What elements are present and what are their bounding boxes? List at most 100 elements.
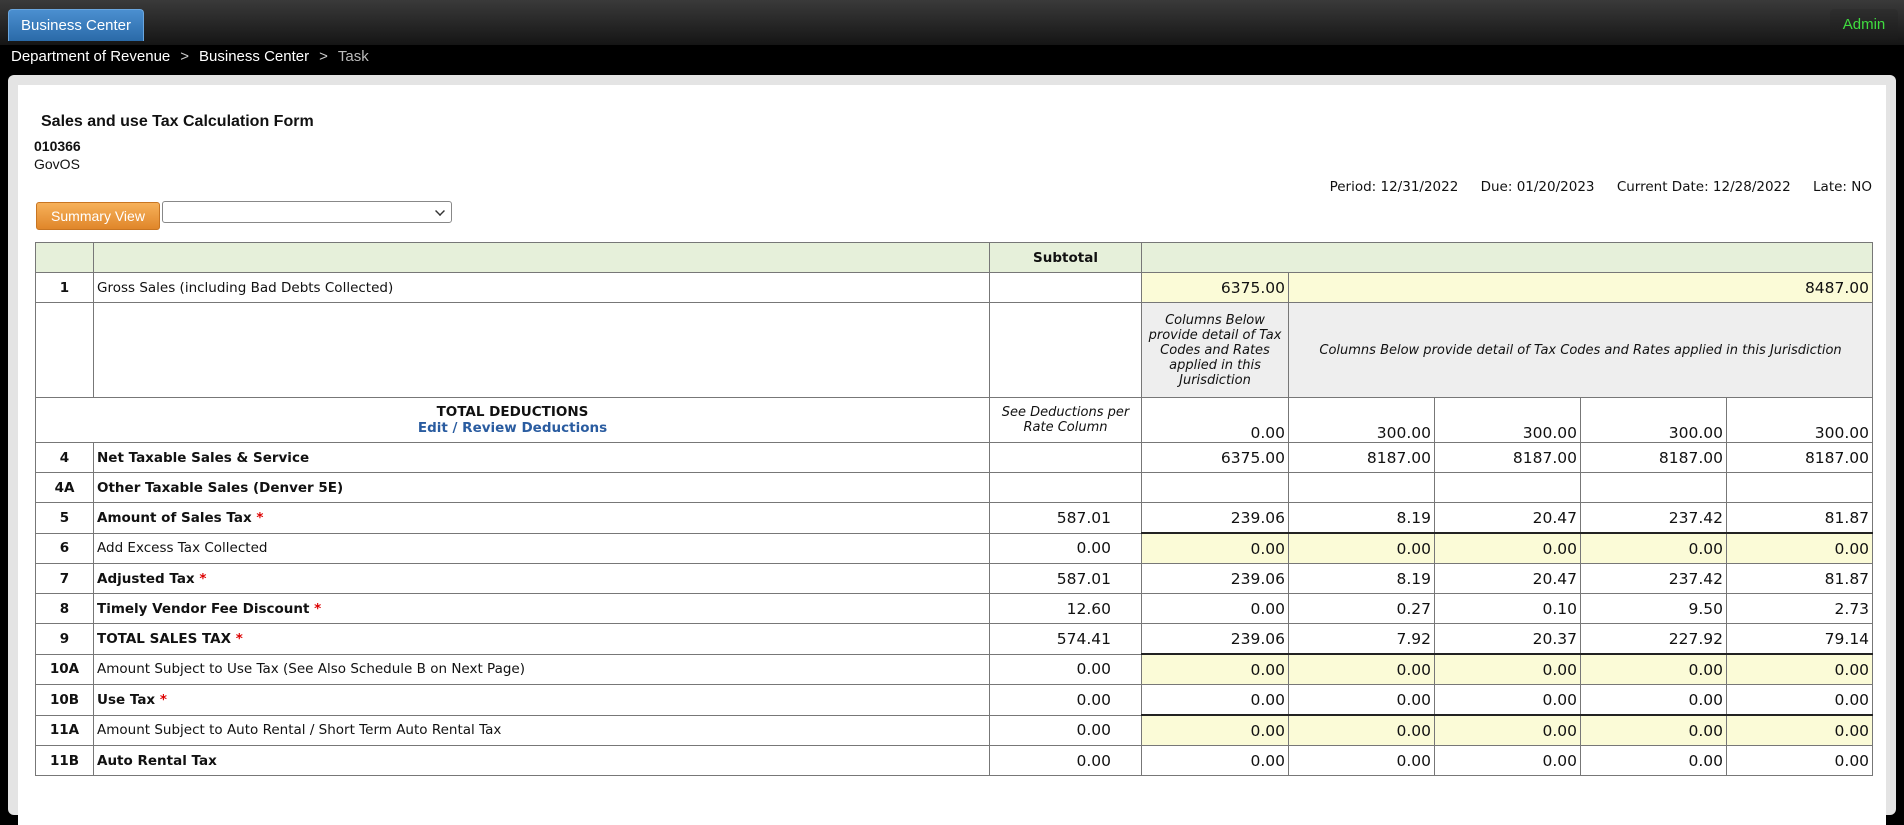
table-row: 11A Amount Subject to Auto Rental / Short… — [35, 714, 1874, 746]
subtotal-cell — [989, 442, 1142, 473]
tax-table: Subtotal 1 Gross Sales (including Bad De… — [35, 242, 1874, 776]
subtotal-cell: 0.00 — [989, 684, 1142, 716]
amount-input[interactable]: 0.00 — [1434, 653, 1581, 685]
row-number: 1 — [35, 272, 94, 303]
row-number: 10B — [35, 684, 94, 716]
amount-input[interactable]: 0.00 — [1725, 532, 1874, 564]
table-row: 6 Add Excess Tax Collected 0.00 0.00 0.00 0.0… — [35, 532, 1874, 564]
table-row: 4A Other Taxable Sales (Denver 5E) — [35, 472, 1874, 503]
row-label-text: Amount Subject to Use Tax (See Also Sche… — [97, 661, 526, 678]
summary-view-button[interactable]: Summary View — [36, 202, 160, 230]
tab-business-center[interactable]: Business Center — [8, 9, 144, 41]
subtotal-cell: 574.41 — [989, 623, 1142, 655]
amount-input[interactable]: 0.00 — [1580, 532, 1727, 564]
amount-cell: 20.47 — [1434, 563, 1581, 594]
deduction-value: 300.00 — [1580, 397, 1727, 443]
required-asterisk: * — [309, 600, 322, 617]
breadcrumb-item-department[interactable]: Department of Revenue — [11, 48, 170, 65]
organization-name: GovOS — [34, 156, 80, 172]
row-number: 10A — [35, 653, 94, 685]
amount-cell: 237.42 — [1580, 563, 1727, 594]
account-id: 010366 — [34, 138, 81, 154]
columns-note: Columns Below provide detail of Tax Code… — [1141, 302, 1289, 398]
table-row-gross-sales: 1 Gross Sales (including Bad Debts Colle… — [35, 272, 1874, 303]
amount-input[interactable]: 0.00 — [1141, 714, 1289, 746]
row-label-text: Amount of Sales Tax — [97, 509, 252, 526]
amount-cell: 0.00 — [1141, 745, 1289, 776]
page-title: Sales and use Tax Calculation Form — [41, 113, 314, 130]
table-row: 7 Adjusted Tax * 587.01 239.06 8.19 20.47 237.… — [35, 563, 1874, 594]
amount-cell — [1288, 472, 1435, 503]
amount-input[interactable]: 0.00 — [1580, 714, 1727, 746]
admin-menu[interactable]: Admin — [1830, 9, 1898, 40]
amount-input[interactable]: 0.00 — [1434, 532, 1581, 564]
amount-cell: 0.00 — [1434, 684, 1581, 716]
required-asterisk: * — [231, 630, 243, 647]
subtotal-cell: 0.00 — [989, 532, 1142, 564]
view-select[interactable] — [162, 201, 452, 223]
amount-cell: 2.73 — [1725, 593, 1874, 624]
row-label: Net Taxable Sales & Service — [93, 442, 990, 473]
row-label-text: Use Tax — [97, 691, 156, 708]
gross-sales-cell[interactable]: 6375.00 — [1141, 272, 1289, 303]
amount-cell — [1725, 472, 1874, 503]
amount-cell: 227.92 — [1580, 623, 1727, 655]
amount-cell: 7.92 — [1288, 623, 1435, 655]
row-number: 11A — [35, 714, 94, 746]
row-number: 6 — [35, 532, 94, 564]
amount-input[interactable]: 0.00 — [1288, 532, 1435, 564]
row-label-text: Adjusted Tax — [97, 570, 195, 587]
row-label-text: Timely Vendor Fee Discount — [97, 600, 310, 617]
amount-cell: 0.10 — [1434, 593, 1581, 624]
amount-cell: 0.00 — [1288, 745, 1435, 776]
amount-cell — [1141, 472, 1289, 503]
breadcrumb-current: Task — [337, 48, 369, 65]
breadcrumb-item-business-center[interactable]: Business Center — [199, 48, 309, 65]
table-row: 10A Amount Subject to Use Tax (See Also S… — [35, 653, 1874, 685]
amount-cell: 20.37 — [1434, 623, 1581, 655]
table-row: 8 Timely Vendor Fee Discount * 12.60 0.00 0.… — [35, 593, 1874, 624]
columns-note: Columns Below provide detail of Tax Code… — [1287, 302, 1874, 398]
amount-input[interactable]: 0.00 — [1288, 653, 1435, 685]
amount-input[interactable]: 0.00 — [1141, 653, 1289, 685]
required-asterisk: * — [251, 509, 264, 526]
row-number: 4 — [35, 442, 94, 473]
amount-cell: 239.06 — [1141, 502, 1289, 534]
row-label: Amount Subject to Auto Rental / Short Te… — [93, 714, 990, 746]
amount-cell: 20.47 — [1434, 502, 1581, 534]
amount-cell: 0.00 — [1580, 745, 1727, 776]
amount-cell: 0.27 — [1288, 593, 1435, 624]
row-number: 9 — [35, 623, 94, 655]
amount-cell: 8187.00 — [1288, 442, 1435, 473]
amount-cell: 0.00 — [1725, 745, 1874, 776]
amount-input[interactable]: 0.00 — [1288, 714, 1435, 746]
amount-cell: 81.87 — [1725, 563, 1874, 594]
row-label-text: Amount Subject to Auto Rental / Short Te… — [97, 722, 502, 739]
amount-input[interactable]: 0.00 — [1725, 653, 1874, 685]
edit-review-deductions-link[interactable]: Edit / Review Deductions — [39, 420, 986, 436]
table-header-row: Subtotal — [35, 242, 1874, 273]
amount-cell — [1434, 472, 1581, 503]
late-text: Late: NO — [1813, 179, 1872, 195]
amount-input[interactable]: 0.00 — [1434, 714, 1581, 746]
amount-input[interactable]: 0.00 — [1725, 714, 1874, 746]
table-row: 5 Amount of Sales Tax * 587.01 239.06 8.19 20… — [35, 502, 1874, 534]
chevron-down-icon — [435, 206, 445, 216]
subtotal-header: Subtotal — [989, 242, 1142, 273]
top-bar: Business Center Admin — [0, 0, 1904, 45]
row-number: 7 — [35, 563, 94, 594]
row-label-text: Net Taxable Sales & Service — [97, 449, 310, 466]
breadcrumb-separator: > — [319, 48, 328, 65]
amount-cell: 237.42 — [1580, 502, 1727, 534]
amount-cell: 8.19 — [1288, 563, 1435, 594]
amount-input[interactable]: 0.00 — [1141, 532, 1289, 564]
current-date-text: Current Date: 12/28/2022 — [1616, 179, 1791, 195]
subtotal-cell: 587.01 — [989, 502, 1142, 534]
amount-cell: 239.06 — [1141, 563, 1289, 594]
amount-cell: 8187.00 — [1434, 442, 1581, 473]
amount-cell: 0.00 — [1141, 593, 1289, 624]
row-number: 4A — [35, 472, 94, 503]
row-label: Add Excess Tax Collected — [93, 532, 990, 564]
amount-input[interactable]: 0.00 — [1580, 653, 1727, 685]
gross-sales-cell[interactable]: 8487.00 — [1287, 272, 1874, 303]
